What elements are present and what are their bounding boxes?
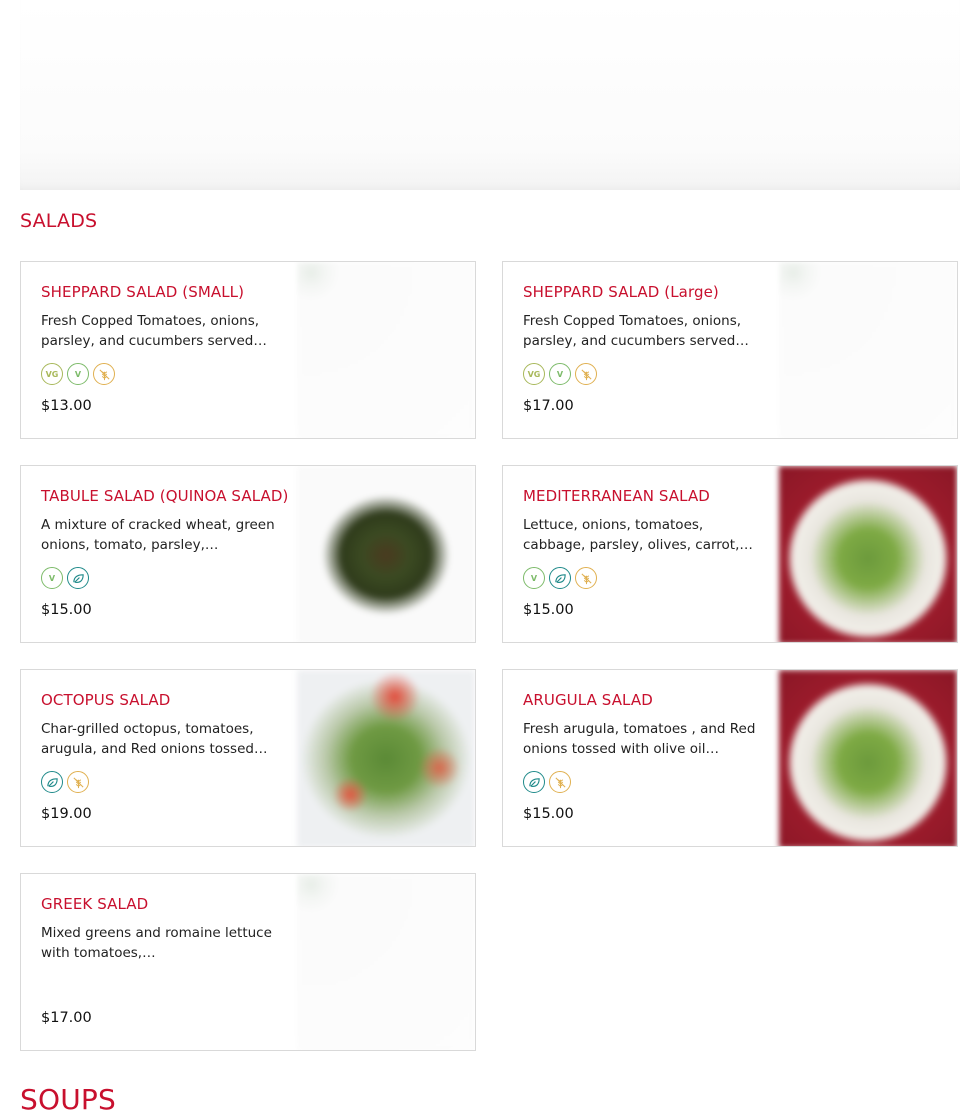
menu-item-image: [779, 670, 957, 846]
menu-item-name: MEDITERRANEAN SALAD: [523, 487, 710, 505]
menu-item-name: TABULE SALAD (QUINOA SALAD): [41, 487, 289, 505]
menu-item-price: $15.00: [523, 806, 574, 822]
menu-item-image: [297, 670, 475, 846]
menu-item-card[interactable]: OCTOPUS SALAD Char-grilled octopus, toma…: [20, 669, 476, 847]
dietary-tags: V: [41, 567, 281, 592]
menu-item-price: $17.00: [523, 398, 574, 414]
menu-item-description: Fresh Copped Tomatoes, onions, parsley, …: [41, 313, 267, 349]
gluten-free-icon: [93, 363, 115, 385]
vegetarian-icon: V: [67, 363, 89, 385]
menu-item-image: [297, 874, 475, 1050]
vg-icon: VG: [523, 363, 545, 385]
menu-item-card[interactable]: GREEK SALAD Mixed greens and romaine let…: [20, 873, 476, 1051]
menu-item-price: $13.00: [41, 398, 92, 414]
vegan-leaf-icon: [67, 567, 89, 589]
menu-item-description: Mixed greens and romaine lettuce with to…: [41, 925, 272, 961]
vegan-leaf-icon: [41, 771, 63, 793]
section-title-salads: SALADS: [20, 210, 98, 232]
menu-item-price: $19.00: [41, 806, 92, 822]
menu-item-price: $17.00: [41, 1010, 92, 1026]
menu-item-image: [297, 262, 475, 438]
menu-item-image: [779, 466, 957, 642]
menu-item-card[interactable]: SHEPPARD SALAD (Large) Fresh Copped Toma…: [502, 261, 958, 439]
gluten-free-icon: [575, 567, 597, 589]
menu-item-name: OCTOPUS SALAD: [41, 691, 171, 709]
dietary-tags: [41, 771, 281, 796]
gluten-free-icon: [575, 363, 597, 385]
dietary-tags: VG V: [41, 363, 281, 388]
menu-item-name: GREEK SALAD: [41, 895, 149, 913]
menu-item-name: SHEPPARD SALAD (Large): [523, 283, 719, 301]
vegan-leaf-icon: [523, 771, 545, 793]
section-title-soups: SOUPS: [20, 1083, 116, 1116]
gluten-free-icon: [549, 771, 571, 793]
menu-item-description: Lettuce, onions, tomatoes, cabbage, pars…: [523, 517, 753, 553]
menu-item-card[interactable]: TABULE SALAD (QUINOA SALAD) A mixture of…: [20, 465, 476, 643]
menu-item-card[interactable]: ARUGULA SALAD Fresh arugula, tomatoes , …: [502, 669, 958, 847]
dietary-tags: V: [523, 567, 763, 592]
vegetarian-icon: V: [523, 567, 545, 589]
menu-item-description: Char-grilled octopus, tomatoes, arugula,…: [41, 721, 268, 757]
menu-item-card[interactable]: MEDITERRANEAN SALAD Lettuce, onions, tom…: [502, 465, 958, 643]
gluten-free-icon: [67, 771, 89, 793]
menu-item-description: A mixture of cracked wheat, green onions…: [41, 517, 275, 553]
dietary-tags: [41, 975, 281, 1000]
menu-item-image: [779, 262, 957, 438]
hero-image-placeholder: [20, 0, 960, 190]
menu-item-name: ARUGULA SALAD: [523, 691, 653, 709]
menu-item-image: [297, 466, 475, 642]
menu-item-name: SHEPPARD SALAD (SMALL): [41, 283, 245, 301]
menu-item-card[interactable]: SHEPPARD SALAD (SMALL) Fresh Copped Toma…: [20, 261, 476, 439]
vg-icon: VG: [41, 363, 63, 385]
dietary-tags: VG V: [523, 363, 763, 388]
menu-item-price: $15.00: [41, 602, 92, 618]
vegan-leaf-icon: [549, 567, 571, 589]
menu-item-price: $15.00: [523, 602, 574, 618]
dietary-tags: [523, 771, 763, 796]
vegetarian-icon: V: [549, 363, 571, 385]
menu-item-description: Fresh arugula, tomatoes , and Red onions…: [523, 721, 756, 757]
vegetarian-icon: V: [41, 567, 63, 589]
menu-item-description: Fresh Copped Tomatoes, onions, parsley, …: [523, 313, 749, 349]
